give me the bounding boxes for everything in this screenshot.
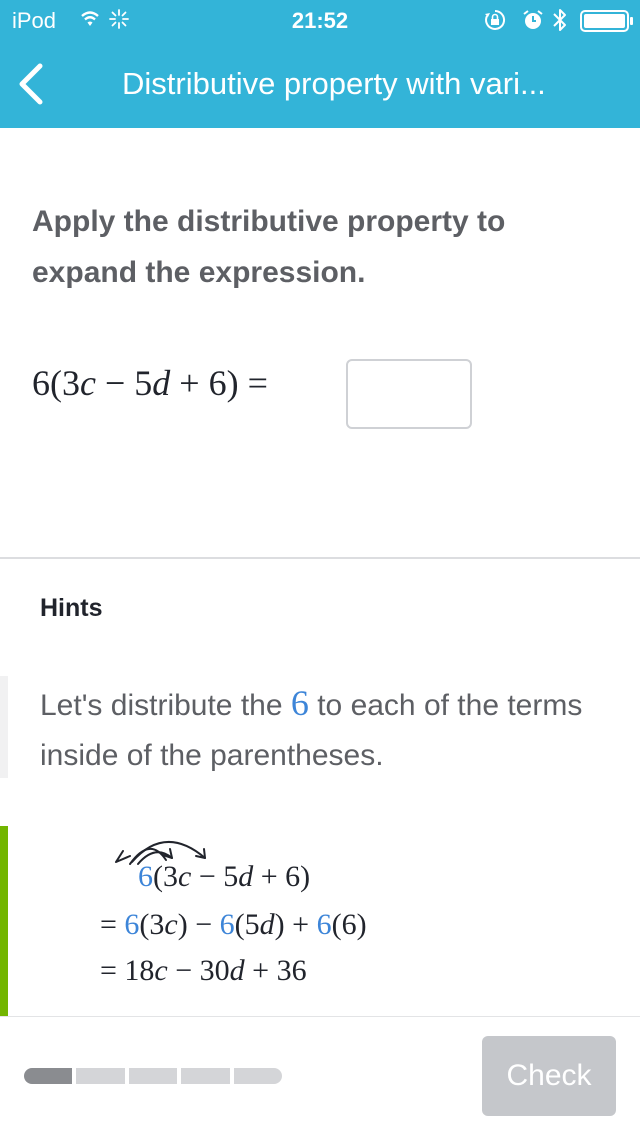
alarm-icon <box>523 10 543 29</box>
battery-icon <box>580 10 633 32</box>
section-divider <box>0 557 640 559</box>
work-line-2: = 6(3c) − 6(5d) + 6(6) <box>100 908 367 941</box>
progress-segment <box>76 1068 125 1084</box>
work-line-1: 6(3c − 5d + 6) <box>138 860 311 893</box>
back-button[interactable] <box>6 56 58 112</box>
hint-text: Let's distribute the 6 to each of the te… <box>40 683 583 772</box>
hints-heading: Hints <box>40 594 103 622</box>
status-bar: iPod 21:52 <box>0 0 640 40</box>
clock: 21:52 <box>291 8 349 33</box>
progress-segment <box>233 1068 283 1084</box>
navigation-bar: Distributive property with vari... <box>0 40 640 128</box>
check-button[interactable]: Check <box>482 1036 616 1116</box>
chevron-left-icon <box>19 63 43 105</box>
footer-divider <box>0 1016 640 1017</box>
progress-indicator <box>24 1068 283 1084</box>
hint-marker <box>0 676 8 778</box>
hint-active-marker <box>0 826 8 1016</box>
bluetooth-icon <box>553 9 566 31</box>
answer-input[interactable] <box>346 359 472 429</box>
progress-segment <box>24 1068 73 1084</box>
problem-prompt: Apply the distributive property to expan… <box>32 205 506 289</box>
page-title: Distributive property with vari... <box>122 66 546 101</box>
work-line-3: = 18c − 30d + 36 <box>100 954 307 987</box>
orientation-lock-icon <box>485 9 506 30</box>
progress-segment <box>128 1068 178 1084</box>
header-bar: iPod 21:52 Distributive property with va… <box>0 0 640 128</box>
progress-segment <box>181 1068 230 1084</box>
problem-expression: 6(3c − 5d + 6) = <box>32 363 268 403</box>
